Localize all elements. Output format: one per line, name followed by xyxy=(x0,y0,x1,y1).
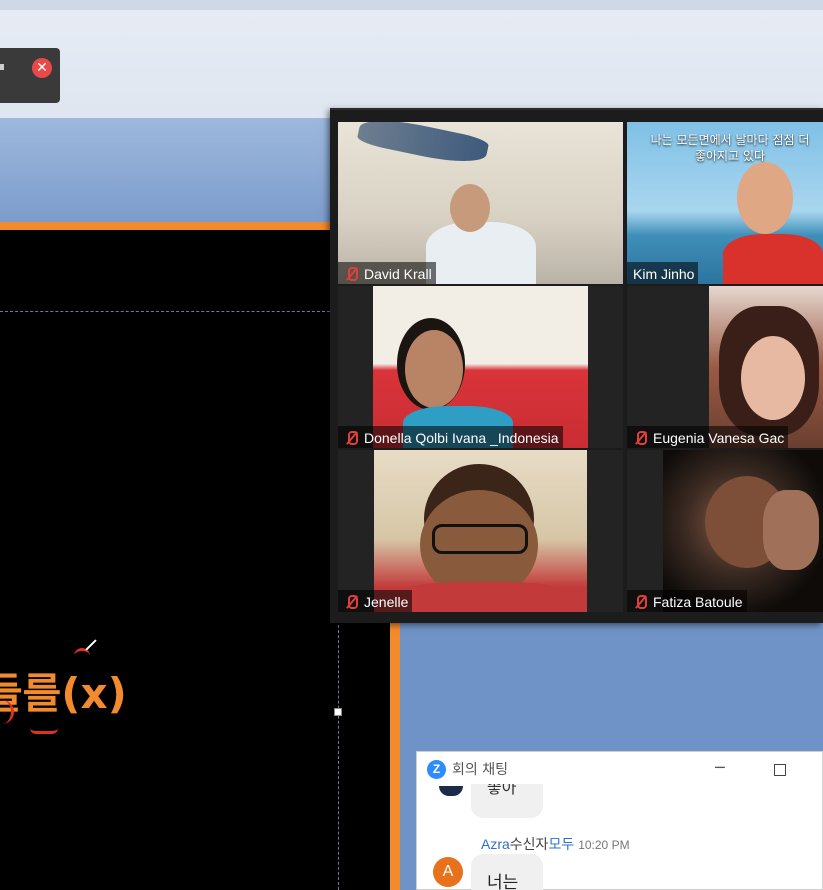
mic-muted-icon xyxy=(633,430,647,446)
person-hand xyxy=(763,490,819,570)
participant-name-label: Jenelle xyxy=(338,590,413,612)
person-head xyxy=(741,336,805,420)
participant-tile[interactable]: David Krall xyxy=(338,122,623,284)
avatar xyxy=(439,786,463,796)
notification-toast xyxy=(0,48,60,103)
chat-message-bubble: 좋아 xyxy=(471,784,543,818)
meeting-chat-window[interactable]: Z 회의 채팅 ─ 좋아 Azra수신자모두 10:20 PM A 너는 xyxy=(416,751,823,890)
video-gallery[interactable]: David Krall 나는 모든면에서 날마다 점점 더 좋아지고 있다 Ki… xyxy=(330,108,823,623)
annotation-stroke xyxy=(30,728,58,734)
participant-tile[interactable]: Jenelle xyxy=(338,450,623,612)
window-top-strip xyxy=(0,0,823,10)
mic-muted-icon xyxy=(344,266,358,282)
text-box-border xyxy=(338,620,339,890)
mic-muted-icon xyxy=(633,594,647,610)
person-head xyxy=(405,330,463,408)
participant-name: Kim Jinho xyxy=(633,266,695,282)
slide-accent-bar xyxy=(0,222,330,230)
slide-text: 들를(x) xyxy=(0,660,127,721)
close-icon[interactable]: ✕ xyxy=(32,58,52,78)
minimize-icon[interactable]: ─ xyxy=(715,758,725,777)
video-overlay-text: 나는 모든면에서 날마다 점점 더 좋아지고 있다 xyxy=(650,133,810,163)
person-head xyxy=(737,162,793,234)
participant-tile[interactable]: Eugenia Vanesa Gac xyxy=(627,286,823,448)
video-feed xyxy=(338,122,623,284)
video-feed xyxy=(709,286,823,448)
mic-muted-icon xyxy=(344,594,358,610)
zoom-logo-icon: Z xyxy=(427,759,446,779)
message-timestamp: 10:20 PM xyxy=(578,838,630,852)
person-body xyxy=(723,234,823,284)
participant-name: Eugenia Vanesa Gac xyxy=(653,430,785,446)
person-body xyxy=(394,582,574,612)
wall-fish-decor xyxy=(356,122,490,170)
glasses xyxy=(432,524,528,554)
participant-name: Fatiza Batoule xyxy=(653,594,743,610)
to-label: 수신자 xyxy=(509,836,549,852)
recipient-name[interactable]: 모두 xyxy=(548,836,574,852)
maximize-icon[interactable] xyxy=(774,764,786,776)
toast-indicator xyxy=(0,64,4,70)
chat-message-bubble: 너는 xyxy=(471,854,543,890)
person-head xyxy=(450,184,490,232)
sender-name[interactable]: Azra xyxy=(481,836,510,852)
participant-name-label: Donella Qolbi Ivana _Indonesia xyxy=(338,426,563,448)
participant-name-label: David Krall xyxy=(338,262,436,284)
desktop-background xyxy=(0,0,823,118)
video-feed xyxy=(374,450,587,612)
resize-handle[interactable] xyxy=(334,708,342,716)
chat-title: 회의 채팅 xyxy=(452,762,508,778)
video-feed xyxy=(373,286,588,448)
participant-tile[interactable]: Fatiza Batoule xyxy=(627,450,823,612)
slide-guide-line xyxy=(0,311,330,312)
video-feed xyxy=(663,450,823,612)
avatar: A xyxy=(433,857,463,887)
message-text: 너는 xyxy=(487,873,519,890)
message-text: 좋아 xyxy=(487,784,517,797)
participant-name-label: Eugenia Vanesa Gac xyxy=(627,426,789,448)
video-feed: 나는 모든면에서 날마다 점점 더 좋아지고 있다 xyxy=(627,122,823,284)
mic-muted-icon xyxy=(344,430,358,446)
person-body xyxy=(426,222,536,284)
participant-tile[interactable]: Donella Qolbi Ivana _Indonesia xyxy=(338,286,623,448)
participant-name-label: Fatiza Batoule xyxy=(627,590,747,612)
slide-side-accent xyxy=(390,620,400,890)
participant-name-label: Kim Jinho xyxy=(627,262,699,284)
participant-name: David Krall xyxy=(364,266,432,282)
participant-name: Jenelle xyxy=(364,594,409,610)
participant-name: Donella Qolbi Ivana _Indonesia xyxy=(364,430,559,446)
chat-title-bar[interactable]: Z 회의 채팅 xyxy=(417,752,822,786)
participant-tile[interactable]: 나는 모든면에서 날마다 점점 더 좋아지고 있다 Kim Jinho xyxy=(627,122,823,284)
slide-suffix: (x) xyxy=(61,669,127,718)
message-header: Azra수신자모두 10:20 PM xyxy=(481,834,630,854)
